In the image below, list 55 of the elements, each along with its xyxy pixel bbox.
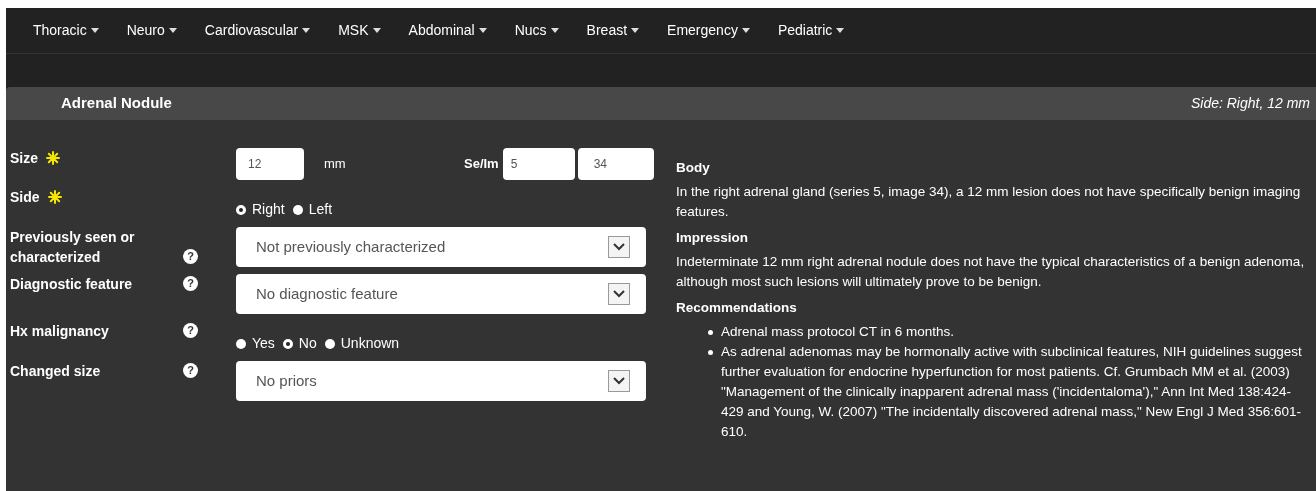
caret-icon	[372, 28, 381, 33]
dropdown-select[interactable]: Not previously characterized	[236, 227, 646, 267]
image-input[interactable]: 34	[577, 148, 654, 180]
radio-option[interactable]: Unknown	[324, 333, 400, 354]
radio-option[interactable]: Left	[292, 199, 333, 220]
caret-icon	[550, 28, 559, 33]
nav-menu-item[interactable]: Neuro	[126, 20, 177, 41]
nav-menu-item[interactable]: Pediatric	[777, 20, 845, 41]
caret-icon	[741, 28, 750, 33]
panel-summary: Side: Right, 12 mm	[1190, 94, 1310, 113]
nav-menu-item[interactable]: Nucs	[514, 20, 559, 41]
nav-menu-item[interactable]: Breast	[586, 20, 640, 41]
help-icon[interactable]: ?	[183, 249, 198, 264]
nav-menu-item[interactable]: MSK	[338, 20, 381, 41]
report-heading: Recommendations	[676, 299, 798, 317]
bullet-icon	[708, 350, 713, 355]
panel-title: Adrenal Nodule	[61, 93, 172, 114]
unit-label: mm	[324, 155, 347, 174]
caret-icon	[90, 28, 99, 33]
caret-icon	[631, 28, 640, 33]
field-label: Diagnostic feature	[10, 275, 133, 294]
series-input[interactable]: 5	[502, 148, 575, 180]
field-label: Size	[10, 149, 38, 168]
chevron-down-icon	[608, 236, 630, 258]
radio-option[interactable]: Yes	[236, 333, 275, 354]
help-icon[interactable]: ?	[183, 323, 198, 338]
recommendation-text: Adrenal mass protocol CT in 6 months.	[721, 323, 955, 341]
radio-option[interactable]: No	[282, 333, 317, 354]
recommendation-text: As adrenal adenomas may be hormonally active with subclinical features, NIH guidelines suggest further evaluation for endocrine hyperfunction for most patients. Cf. Grumbach MM et al. (2003) "Management of the clinically inapparent adrenal mass ('incidentaloma')," Ann Int Med 138:424-429 and Young, W. (2007) "The incidentally discovered adrenal mass," New Engl J Med 356:601-610.	[721, 343, 1303, 441]
help-icon[interactable]: ?	[183, 276, 198, 291]
field-label: Previously seen or characterized	[10, 228, 136, 267]
caret-icon	[302, 28, 311, 33]
dropdown-select[interactable]: No diagnostic feature	[236, 274, 646, 314]
caret-icon	[478, 28, 487, 33]
field-label: Changed size	[10, 362, 101, 381]
field-label: Hx malignancy	[10, 322, 109, 341]
caret-icon	[168, 28, 177, 33]
report-paragraph: Indeterminate 12 mm right adrenal nodule does not have the typical characteristics of a benign adenoma, although most such lesions will ultimately prove to be benign.	[676, 253, 1306, 291]
caret-icon	[836, 28, 845, 33]
report-heading: Body	[676, 159, 711, 177]
help-icon[interactable]: ?	[183, 363, 198, 378]
nav-menu-item[interactable]: Thoracic	[33, 20, 99, 41]
se-im-label: Se/Im	[464, 155, 499, 174]
nav-menu-item[interactable]: Cardiovascular	[204, 20, 311, 41]
chevron-down-icon	[608, 370, 630, 392]
nav-menu-item[interactable]: Abdominal	[408, 20, 487, 41]
size-input[interactable]: 12	[236, 148, 304, 180]
field-label: Side	[10, 188, 40, 207]
report-heading: Impression	[676, 229, 750, 247]
nav-menu-item[interactable]: Emergency	[667, 20, 750, 41]
report-paragraph: In the right adrenal gland (series 5, image 34), a 12 mm lesion does not have specifically benign imaging features.	[676, 183, 1302, 221]
radio-option[interactable]: Right	[236, 199, 285, 220]
dropdown-select[interactable]: No priors	[236, 361, 646, 401]
bullet-icon	[708, 330, 713, 335]
chevron-down-icon	[608, 283, 630, 305]
